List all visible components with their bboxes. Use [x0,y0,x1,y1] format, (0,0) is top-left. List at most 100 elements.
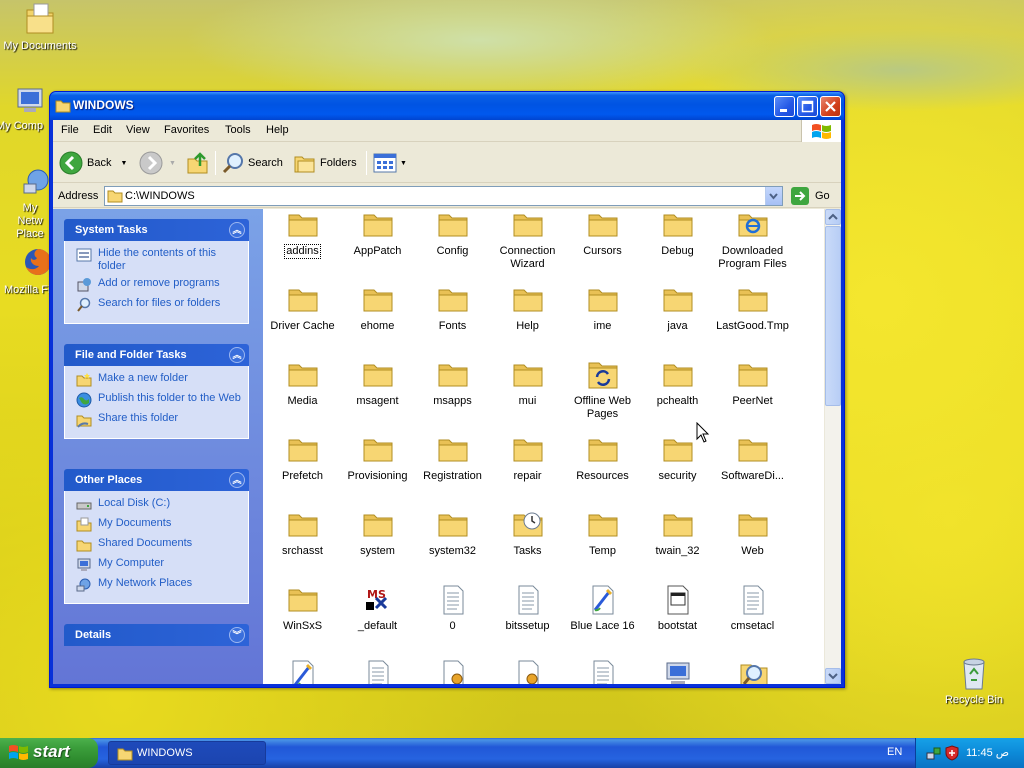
taskbar-item-windows[interactable]: WINDOWS [108,741,266,765]
desktop-icon-recycle-bin[interactable]: Recycle Bin [934,656,1014,706]
up-button[interactable] [186,149,210,177]
clock[interactable]: 11:45 ص [966,746,1009,759]
start-button[interactable]: start [0,738,98,768]
file-item[interactable]: Prefetch [265,434,340,483]
search-button[interactable]: Search [221,149,283,177]
menu-favorites[interactable]: Favorites [164,124,209,136]
file-item[interactable]: Resources [565,434,640,483]
forward-dropdown-icon[interactable]: ▼ [169,160,176,167]
views-button[interactable]: ▼ [373,149,407,177]
file-item[interactable]: Offline Web Pages [565,359,640,421]
file-list[interactable]: addins AppPatch Config Connection Wizard Cur… [263,209,824,684]
menu-view[interactable]: View [126,124,150,136]
file-item[interactable]: Tasks [490,509,565,558]
other-places-header[interactable]: Other Places ︽ [64,469,249,491]
file-item[interactable] [340,659,415,684]
file-item[interactable]: Connection Wizard [490,209,565,271]
task-hide-contents[interactable]: Hide the contents of this folder [76,247,242,273]
file-item[interactable]: Temp [565,509,640,558]
file-item[interactable]: Debug [640,209,715,258]
address-input[interactable]: C:\WINDOWS [104,186,783,206]
file-item[interactable]: AppPatch [340,209,415,258]
back-button[interactable]: Back ▼ [59,149,127,177]
network-tray-icon[interactable] [926,745,942,761]
file-item[interactable]: cmsetacl [715,584,790,633]
scroll-up-button[interactable] [825,209,841,225]
file-item[interactable]: system32 [415,509,490,558]
title-bar[interactable]: WINDOWS [50,92,844,120]
file-item[interactable]: pchealth [640,359,715,408]
task-add-remove-programs[interactable]: Add or remove programs [76,277,242,293]
file-item[interactable]: PeerNet [715,359,790,408]
place-shared-documents[interactable]: Shared Documents [76,537,242,553]
file-item[interactable] [265,659,340,684]
file-item[interactable]: Driver Cache [265,284,340,333]
file-item[interactable]: bootstat [640,584,715,633]
file-item[interactable]: repair [490,434,565,483]
vertical-scrollbar[interactable] [824,209,841,684]
language-indicator[interactable]: EN [887,746,902,758]
folders-button[interactable]: Folders [293,149,357,177]
file-item[interactable]: mui [490,359,565,408]
back-dropdown-icon[interactable]: ▼ [120,160,127,167]
place-my-computer[interactable]: My Computer [76,557,242,573]
file-item[interactable]: Cursors [565,209,640,258]
file-item[interactable]: java [640,284,715,333]
task-new-folder[interactable]: Make a new folder [76,372,242,388]
file-item[interactable] [640,659,715,684]
file-item[interactable]: ehome [340,284,415,333]
expand-icon[interactable]: ︾ [229,627,245,643]
file-item[interactable] [415,659,490,684]
collapse-icon[interactable]: ︽ [229,222,245,238]
file-item[interactable]: 0 [415,584,490,633]
place-my-documents[interactable]: My Documents [76,517,242,533]
file-item[interactable]: LastGood.Tmp [715,284,790,333]
address-dropdown-button[interactable] [765,187,782,205]
file-item[interactable]: msagent [340,359,415,408]
file-folder-tasks-header[interactable]: File and Folder Tasks ︽ [64,344,249,366]
file-item[interactable]: Blue Lace 16 [565,584,640,633]
file-item[interactable]: msapps [415,359,490,408]
file-item[interactable]: Media [265,359,340,408]
system-tasks-header[interactable]: System Tasks ︽ [64,219,249,241]
file-item[interactable]: system [340,509,415,558]
forward-button[interactable]: ▼ [139,149,176,177]
file-item[interactable]: Fonts [415,284,490,333]
file-item[interactable]: WinSxS [265,584,340,633]
go-button[interactable]: Go [791,187,830,205]
explorer-window[interactable]: WINDOWS File Edit View Favorites Tools H… [49,91,845,688]
file-item[interactable]: twain_32 [640,509,715,558]
maximize-button[interactable] [797,96,818,117]
minimize-button[interactable] [774,96,795,117]
task-search-files[interactable]: Search for files or folders [76,297,242,313]
menu-tools[interactable]: Tools [225,124,251,136]
file-item[interactable]: srchasst [265,509,340,558]
file-item[interactable]: Web [715,509,790,558]
file-item[interactable]: Downloaded Program Files [715,209,790,271]
place-local-disk[interactable]: Local Disk (C:) [76,497,242,513]
close-button[interactable] [820,96,841,117]
file-item[interactable]: MS _default [340,584,415,633]
security-shield-icon[interactable] [944,745,960,761]
file-item[interactable]: Registration [415,434,490,483]
collapse-icon[interactable]: ︽ [229,472,245,488]
file-item[interactable]: Config [415,209,490,258]
file-item[interactable]: Provisioning [340,434,415,483]
views-dropdown-icon[interactable]: ▼ [400,160,407,167]
menu-edit[interactable]: Edit [93,124,112,136]
file-item[interactable] [565,659,640,684]
task-publish-web[interactable]: Publish this folder to the Web [76,392,242,408]
file-item[interactable]: Help [490,284,565,333]
file-item[interactable]: SoftwareDi... [715,434,790,483]
desktop-icon-my-documents[interactable]: My Documents [0,2,80,52]
file-item[interactable]: ime [565,284,640,333]
file-item[interactable]: addins [265,209,340,259]
place-my-network-places[interactable]: My Network Places [76,577,242,593]
scroll-thumb[interactable] [825,226,841,406]
collapse-icon[interactable]: ︽ [229,347,245,363]
task-share-folder[interactable]: Share this folder [76,412,242,428]
file-item[interactable] [490,659,565,684]
file-item[interactable]: bitssetup [490,584,565,633]
scroll-down-button[interactable] [825,668,841,684]
file-item[interactable] [715,659,790,684]
